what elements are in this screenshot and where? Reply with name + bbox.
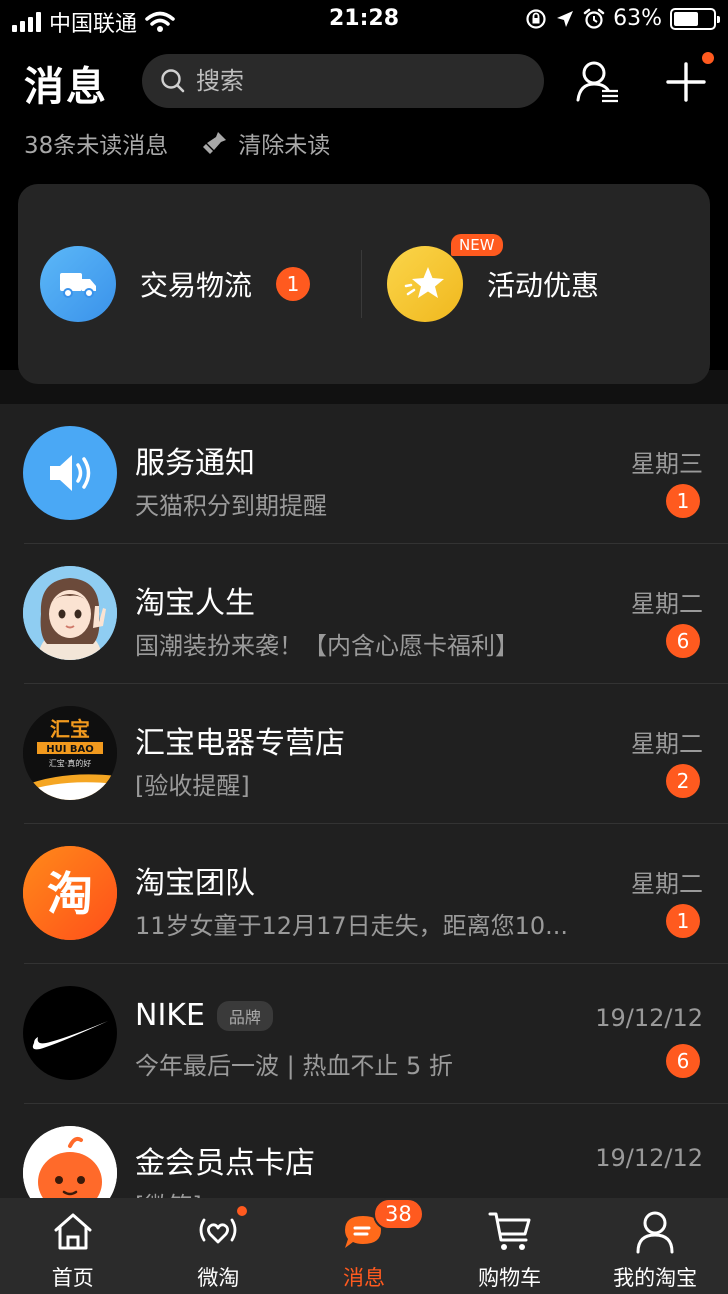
quick-item-logistics[interactable]: 交易物流 1 (40, 246, 311, 322)
tab-messages[interactable]: 38 消息 (291, 1198, 437, 1294)
weitao-icon (193, 1204, 250, 1256)
avatar: 淘 (23, 846, 117, 940)
tab-label: 消息 (342, 1266, 385, 1290)
list-item[interactable]: 金会员点卡店 [微笑] 19/12/12 (0, 1104, 728, 1198)
avatar (23, 566, 117, 660)
avatar (23, 1126, 117, 1198)
girl-avatar (23, 566, 117, 660)
avatar (23, 426, 117, 520)
avatar (23, 986, 117, 1080)
list-item[interactable]: 服务通知 天猫积分到期提醒 星期三 1 (0, 404, 728, 544)
rotation-lock-icon (526, 8, 546, 29)
message-list: 服务通知 天猫积分到期提醒 星期三 1 淘宝人生 国潮装扮来袭！【内含心愿卡福利… (0, 404, 728, 1198)
tao-logo: 淘 (23, 846, 117, 940)
mascot-avatar (23, 1126, 117, 1198)
unread-count-text: 38条未读消息 (24, 133, 169, 159)
broom-icon (203, 132, 227, 154)
message-time: 19/12/12 (595, 1004, 703, 1032)
quick-actions-card: 交易物流 1 NEW 活动优惠 (18, 184, 710, 384)
tab-weitao[interactable]: 微淘 (146, 1198, 292, 1294)
quick-item-label: 交易物流 (140, 269, 253, 302)
message-title: 服务通知 (135, 446, 255, 481)
tab-label: 我的淘宝 (613, 1266, 698, 1290)
message-title: 汇宝电器专营店 (135, 726, 345, 761)
message-title: 淘宝人生 (135, 586, 255, 621)
tab-label: 首页 (51, 1266, 94, 1290)
battery-percent: 63% (613, 6, 662, 31)
search-icon (161, 69, 185, 93)
unread-badge: 6 (666, 624, 700, 658)
bottom-tab-bar: 首页 微淘 38 消息 购物车 我的淘宝 (0, 1198, 728, 1294)
new-tag: NEW (451, 234, 503, 256)
quick-item-promotions[interactable]: NEW 活动优惠 (387, 234, 600, 322)
huibao-logo-sub: HUI BAO (46, 744, 94, 755)
user-icon (630, 1206, 680, 1256)
unread-badge: 2 (666, 764, 700, 798)
clear-unread-label: 清除未读 (238, 133, 331, 159)
list-item[interactable]: NIKE 品牌 今年最后一波 | 热血不止 5 折 19/12/12 6 (0, 964, 728, 1104)
tab-label: 微淘 (197, 1266, 240, 1290)
alarm-icon (583, 8, 605, 29)
contacts-icon (576, 61, 618, 103)
add-button[interactable] (662, 52, 714, 106)
message-title: 金会员点卡店 (135, 1146, 315, 1181)
tab-label: 购物车 (478, 1266, 542, 1290)
message-time: 星期二 (631, 730, 703, 758)
brand-tag: 品牌 (216, 1000, 273, 1031)
unread-badge: 1 (276, 267, 311, 301)
home-icon (48, 1206, 98, 1256)
truck-icon (40, 246, 116, 322)
clear-unread-button[interactable]: 清除未读 (202, 126, 330, 160)
unread-badge: 6 (666, 1044, 700, 1078)
unread-badge: 38 (372, 1198, 424, 1230)
plus-icon (666, 62, 706, 102)
quick-item-label: 活动优惠 (487, 269, 600, 302)
unread-badge: 1 (666, 904, 700, 938)
battery-icon (670, 7, 720, 30)
tao-logo-text: 淘 (47, 867, 93, 921)
huibao-logo-slogan: 汇宝·真的好 (49, 758, 92, 768)
location-icon (557, 10, 574, 27)
message-preview: [验收提醒] (135, 772, 250, 800)
tab-cart[interactable]: 购物车 (437, 1198, 583, 1294)
page-title: 消息 (24, 64, 108, 110)
list-item[interactable]: 淘宝人生 国潮装扮来袭！【内含心愿卡福利】 星期二 6 (0, 544, 728, 684)
nike-logo (32, 1021, 108, 1050)
cart-icon (485, 1206, 535, 1256)
message-time: 星期二 (631, 870, 703, 898)
avatar: 汇宝 HUI BAO 汇宝·真的好 (23, 706, 117, 800)
huibao-logo-text: 汇宝 (50, 717, 90, 741)
message-preview: 11岁女童于12月17日走失，距离您10... (135, 912, 569, 940)
contacts-button[interactable] (574, 58, 622, 106)
message-time: 19/12/12 (595, 1144, 703, 1172)
huibao-logo: 汇宝 HUI BAO 汇宝·真的好 (23, 706, 117, 800)
message-preview: 天猫积分到期提醒 (135, 492, 327, 520)
speaker-icon (50, 455, 91, 491)
star-icon: NEW (387, 234, 503, 322)
message-icon: 38 (339, 1198, 424, 1256)
search-input[interactable] (196, 67, 526, 95)
tab-home[interactable]: 首页 (0, 1198, 146, 1294)
message-preview: 今年最后一波 | 热血不止 5 折 (135, 1052, 453, 1080)
divider (361, 250, 362, 318)
message-title: NIKE (135, 998, 205, 1033)
message-title: 淘宝团队 (135, 866, 255, 901)
message-preview: [微笑] (135, 1186, 202, 1198)
search-bar[interactable] (142, 54, 544, 108)
list-item[interactable]: 淘 淘宝团队 11岁女童于12月17日走失，距离您10... 星期二 1 (0, 824, 728, 964)
new-dot-badge (702, 52, 714, 64)
tab-my-taobao[interactable]: 我的淘宝 (582, 1198, 728, 1294)
list-item[interactable]: 汇宝 HUI BAO 汇宝·真的好 汇宝电器专营店 [验收提醒] 星期二 2 (0, 684, 728, 824)
new-dot-badge (235, 1204, 250, 1218)
status-bar: 中国联通 21:28 63% (0, 0, 728, 40)
unread-badge: 1 (666, 484, 700, 518)
message-time: 星期二 (631, 590, 703, 618)
message-time: 星期三 (631, 450, 703, 478)
message-preview: 国潮装扮来袭！【内含心愿卡福利】 (135, 632, 519, 660)
